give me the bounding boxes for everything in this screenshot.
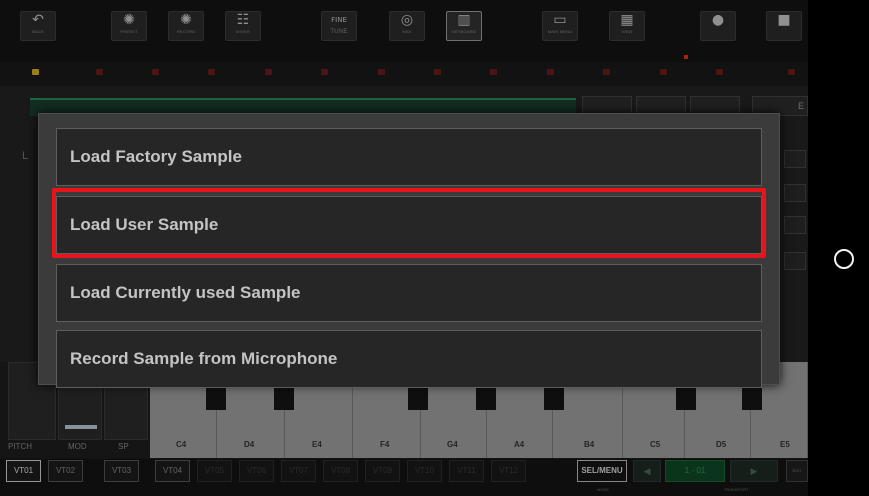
- home-icon[interactable]: [834, 249, 854, 269]
- load-currently-used-sample-option[interactable]: Load Currently used Sample: [56, 264, 762, 322]
- system-navigation-bar: [808, 0, 869, 496]
- load-factory-sample-option[interactable]: Load Factory Sample: [56, 128, 762, 186]
- app-window: ↶ BACK ✺ PRESET ✺ RECORD ☷ MIXER FINE TU…: [0, 0, 808, 496]
- option-label: Load Currently used Sample: [70, 283, 301, 302]
- selection-highlight: [52, 188, 766, 258]
- option-label: Record Sample from Microphone: [70, 349, 338, 368]
- record-sample-from-microphone-option[interactable]: Record Sample from Microphone: [56, 330, 762, 388]
- option-label: Load Factory Sample: [70, 147, 242, 166]
